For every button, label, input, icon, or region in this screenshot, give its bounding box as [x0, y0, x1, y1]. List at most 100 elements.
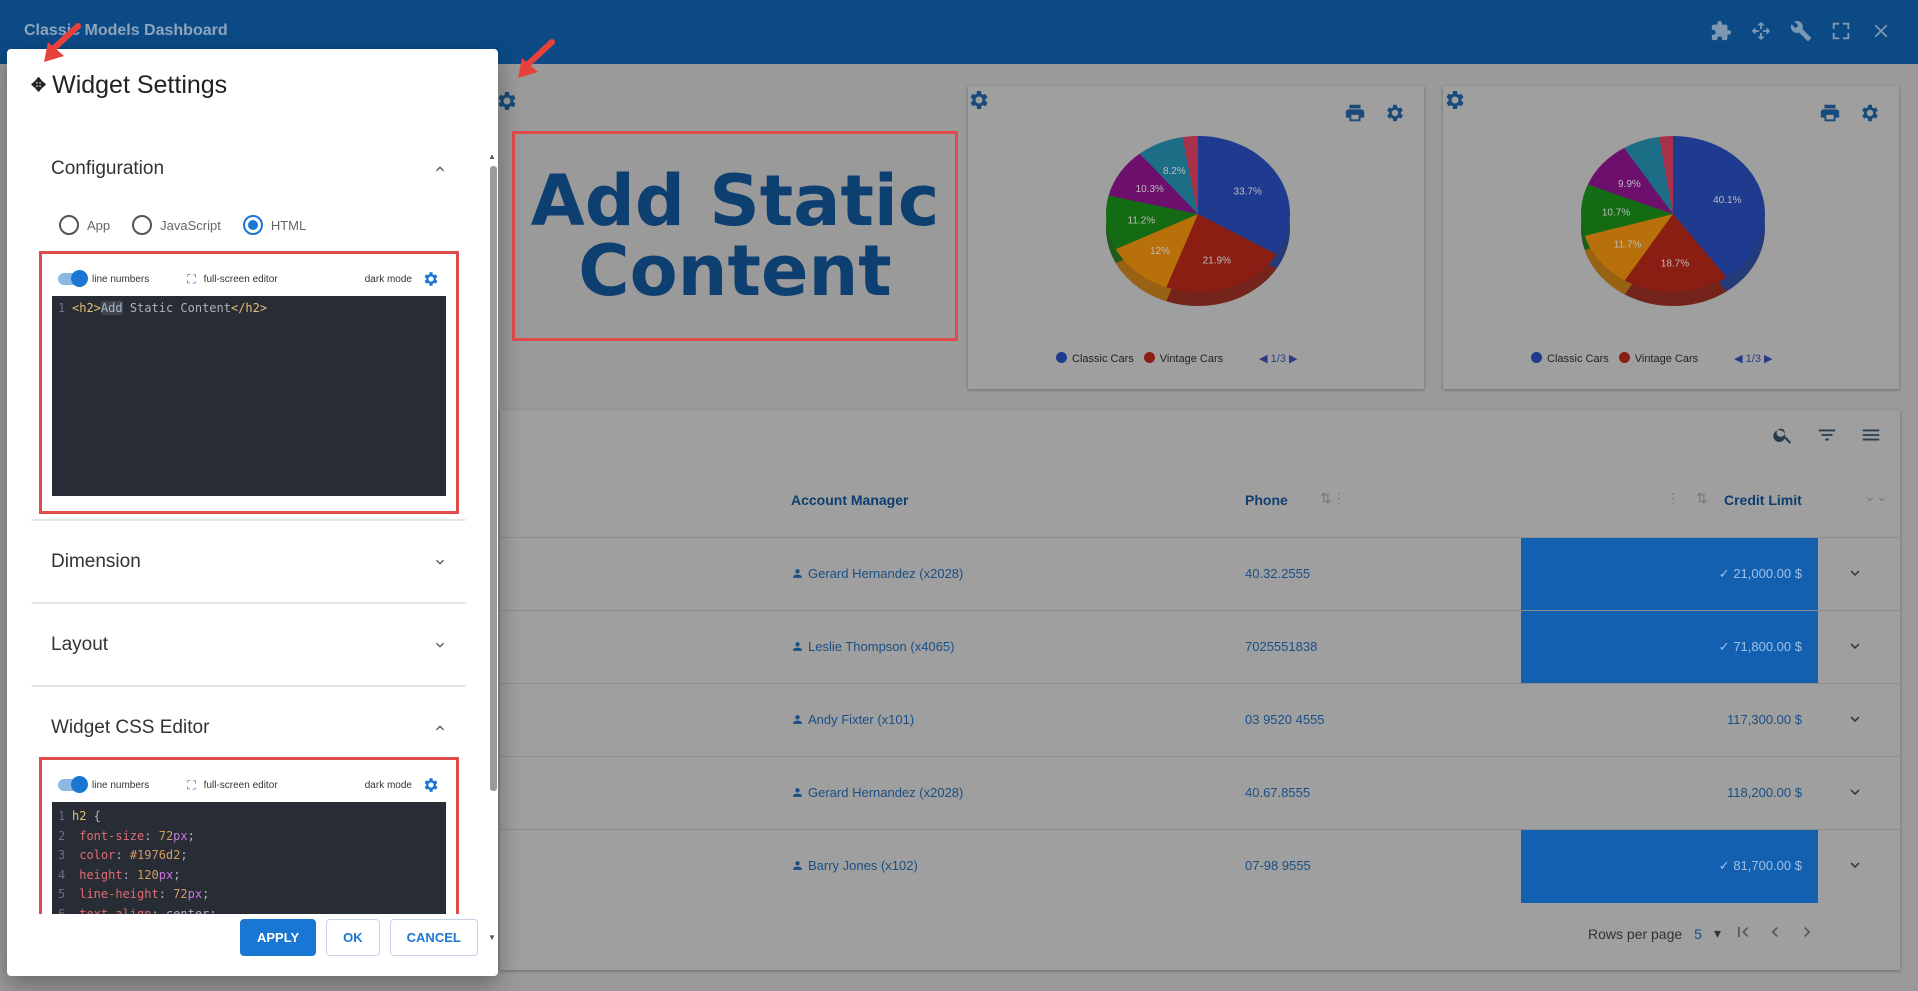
line-numbers-toggle[interactable]: [58, 776, 88, 793]
column-header-account-manager[interactable]: Account Manager: [791, 492, 908, 508]
dimension-header[interactable]: Dimension: [51, 551, 141, 573]
table-row[interactable]: Barry Jones (x102) 07-98 9555 ✓ 81,700.00 …: [500, 829, 1900, 903]
legend-item[interactable]: Classic Cars: [1056, 352, 1134, 365]
drag-handle-icon[interactable]: ✥: [31, 75, 46, 96]
legend-item[interactable]: Vintage Cars: [1143, 352, 1223, 365]
fullscreen-icon[interactable]: [1830, 20, 1852, 42]
editor-toolbar: line numbers ⛶ full-screen editor dark m…: [52, 262, 446, 296]
column-header-credit-limit[interactable]: Credit Limit: [1724, 492, 1802, 508]
row-expand-chevron-icon[interactable]: [1846, 783, 1864, 801]
expand-all-icon[interactable]: ⌄⌄: [1864, 488, 1887, 505]
column-menu-icon[interactable]: ⋮: [1666, 490, 1680, 507]
pie-slice-label: 8.2%: [1163, 166, 1186, 177]
row-expand-chevron-icon[interactable]: [1846, 856, 1864, 874]
css-editor-header[interactable]: Widget CSS Editor: [51, 717, 209, 739]
html-editor-annotation: line numbers ⛶ full-screen editor dark m…: [39, 251, 459, 514]
full-screen-editor-label[interactable]: full-screen editor: [204, 780, 278, 791]
cancel-button[interactable]: CANCEL: [389, 919, 478, 956]
sort-icon[interactable]: ⇅: [1696, 490, 1708, 507]
scrollbar-thumb[interactable]: [490, 166, 497, 791]
layout-header[interactable]: Layout: [51, 634, 108, 656]
editor-gear-icon[interactable]: [422, 776, 440, 794]
person-icon: [793, 788, 802, 797]
tools-icon[interactable]: [1790, 20, 1812, 42]
fullscreen-icon[interactable]: ⛶: [187, 778, 195, 793]
editor-gear-icon[interactable]: [422, 270, 440, 288]
table-row[interactable]: Leslie Thompson (x4065) 7025551838 ✓ 71,80…: [500, 610, 1900, 684]
account-manager-cell[interactable]: Barry Jones (x102): [791, 858, 918, 873]
apply-button[interactable]: APPLY: [240, 919, 317, 956]
static-widget-gear-icon[interactable]: [495, 89, 519, 113]
account-manager-cell[interactable]: Leslie Thompson (x4065): [791, 639, 954, 654]
content-type-radio-group: App JavaScript HTML: [59, 215, 306, 235]
css-code-editor[interactable]: 1 h2 { 2 font-size: 72px; 3 color: #1976d…: [52, 802, 446, 914]
annotation-arrow-icon: [512, 38, 558, 84]
print-icon[interactable]: [1819, 102, 1841, 129]
radio-javascript[interactable]: JavaScript: [132, 215, 221, 235]
close-icon[interactable]: [1870, 20, 1892, 42]
menu-icon[interactable]: [1860, 424, 1882, 451]
prev-page-icon[interactable]: [1765, 922, 1785, 945]
chevron-down-icon[interactable]: [432, 554, 448, 570]
legend-item[interactable]: Vintage Cars: [1618, 352, 1698, 365]
configuration-header[interactable]: Configuration: [51, 158, 164, 180]
search-icon[interactable]: [1772, 424, 1794, 451]
pie-chart-card-2: 40.1% 18.7% 11.7% 10.7% 9.9% Classic Cars Vi…: [1443, 86, 1899, 389]
ok-button[interactable]: OK: [326, 919, 380, 956]
css-editor-annotation: line numbers ⛶ full-screen editor dark m…: [39, 757, 459, 914]
layout-panel: Layout: [31, 604, 466, 685]
pie-slice-label: 10.7%: [1602, 207, 1630, 218]
row-expand-chevron-icon[interactable]: [1846, 564, 1864, 582]
next-page-icon[interactable]: [1797, 922, 1817, 945]
legend-item[interactable]: Classic Cars: [1531, 352, 1609, 365]
credit-limit-cell: 117,300.00 $: [1727, 712, 1802, 727]
credit-limit-cell: ✓ 71,800.00 $: [1521, 611, 1818, 684]
filter-icon[interactable]: [1816, 424, 1838, 451]
print-icon[interactable]: [1344, 102, 1366, 129]
pie-chart-1: 33.7% 21.9% 12% 11.2% 10.3% 8.2%: [1106, 136, 1290, 306]
dark-mode-label[interactable]: dark mode: [365, 780, 412, 791]
column-header-phone[interactable]: Phone: [1245, 492, 1288, 508]
pie-slice-label: 10.3%: [1136, 184, 1164, 195]
chevron-up-icon[interactable]: [432, 161, 448, 177]
dialog-scrollbar[interactable]: ▲ ▼: [486, 152, 498, 942]
account-manager-cell[interactable]: Gerard Hernandez (x2028): [791, 566, 963, 581]
radio-html[interactable]: HTML: [242, 215, 306, 235]
pie-slice-label: 11.2%: [1128, 215, 1156, 226]
fullscreen-icon[interactable]: ⛶: [187, 272, 195, 287]
rows-per-page-select[interactable]: 5: [1694, 926, 1702, 942]
chart-2-widget-gear-icon[interactable]: [1443, 88, 1467, 112]
chevron-down-icon[interactable]: [432, 637, 448, 653]
widget-settings-dialog: ✥ Widget Settings Configuration App JavaS…: [7, 49, 498, 976]
chevron-up-icon[interactable]: [432, 720, 448, 736]
chart-legend: Classic Cars Vintage Cars ◀ 1/3 ▶: [1531, 352, 1772, 365]
full-screen-editor-label[interactable]: full-screen editor: [204, 274, 278, 285]
pie-chart-card-1: 33.7% 21.9% 12% 11.2% 10.3% 8.2% Classic Cars…: [968, 86, 1424, 389]
radio-app[interactable]: App: [59, 215, 110, 235]
account-manager-cell[interactable]: Gerard Hernandez (x2028): [791, 785, 963, 800]
caret-down-icon[interactable]: ▾: [1714, 925, 1721, 942]
puzzle-icon[interactable]: [1710, 20, 1732, 42]
first-page-icon[interactable]: [1733, 922, 1753, 945]
sort-icon[interactable]: ⇅⋮: [1320, 490, 1346, 507]
table-row[interactable]: Andy Fixter (x101) 03 9520 4555 117,300.00…: [500, 683, 1900, 756]
legend-pager[interactable]: ◀ 1/3 ▶: [1259, 352, 1297, 365]
phone-cell: 03 9520 4555: [1245, 712, 1325, 727]
pie-chart-2: 40.1% 18.7% 11.7% 10.7% 9.9%: [1581, 136, 1765, 306]
row-expand-chevron-icon[interactable]: [1846, 637, 1864, 655]
move-icon[interactable]: [1750, 20, 1772, 42]
dark-mode-label[interactable]: dark mode: [365, 274, 412, 285]
pie-slice-label: 21.9%: [1203, 256, 1231, 267]
chart-1-widget-gear-icon[interactable]: [967, 88, 991, 112]
legend-pager[interactable]: ◀ 1/3 ▶: [1734, 352, 1772, 365]
phone-cell: 07-98 9555: [1245, 858, 1311, 873]
row-expand-chevron-icon[interactable]: [1846, 710, 1864, 728]
account-manager-cell[interactable]: Andy Fixter (x101): [791, 712, 914, 727]
gear-icon[interactable]: [1859, 102, 1881, 129]
line-numbers-toggle[interactable]: [58, 270, 88, 287]
html-code-editor[interactable]: 1 <h2>Add Static Content</h2>: [52, 296, 446, 496]
table-row[interactable]: Gerard Hernandez (x2028) 40.32.2555 ✓ 21,0…: [500, 537, 1900, 611]
gear-icon[interactable]: [1384, 102, 1406, 129]
pie-slice-label: 40.1%: [1713, 195, 1741, 206]
table-row[interactable]: Gerard Hernandez (x2028) 40.67.8555 118,20…: [500, 756, 1900, 829]
